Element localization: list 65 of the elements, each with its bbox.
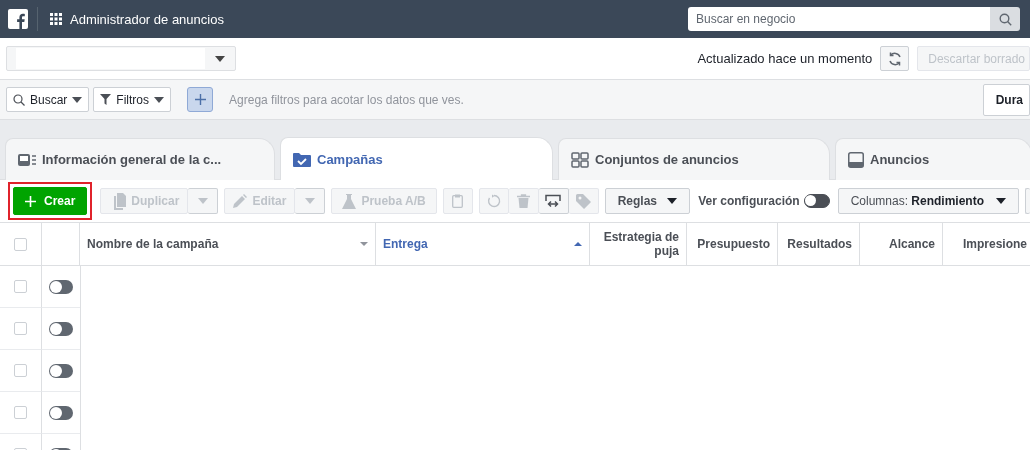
row-checkbox[interactable] xyxy=(14,364,27,377)
caret-icon xyxy=(154,96,165,103)
column-header[interactable]: Entrega xyxy=(383,237,428,251)
toggle-switch[interactable] xyxy=(49,363,73,378)
row-checkbox[interactable] xyxy=(14,322,27,335)
toggle-switch[interactable] xyxy=(49,405,73,420)
caret-icon xyxy=(996,198,1006,204)
caret-icon xyxy=(197,198,208,204)
swap-arrows-icon xyxy=(545,193,562,209)
duplicate-menu-button[interactable] xyxy=(188,188,219,214)
update-status: Actualizado hace un momento xyxy=(697,51,873,66)
select-all-checkbox[interactable] xyxy=(14,237,27,251)
caret-icon xyxy=(304,198,315,204)
search-icon xyxy=(13,93,25,106)
column-header[interactable]: Nombre de la campaña xyxy=(87,237,219,251)
caret-icon xyxy=(72,96,83,103)
pencil-icon xyxy=(233,194,248,208)
filters-dropdown-button[interactable]: Filtros xyxy=(93,87,172,112)
column-header[interactable]: Presupuesto xyxy=(697,237,770,251)
column-header[interactable]: Estrategia de puja xyxy=(597,230,679,258)
app-title: Administrador de anuncios xyxy=(70,11,224,27)
toggle-switch[interactable] xyxy=(49,321,73,336)
logo-icon[interactable] xyxy=(8,9,28,29)
trash-icon xyxy=(516,194,530,208)
date-range-button[interactable]: Dura xyxy=(982,83,1030,116)
refresh-icon xyxy=(886,50,903,67)
plus-icon xyxy=(194,94,206,105)
clipboard-icon xyxy=(452,194,464,208)
toggle-switch[interactable] xyxy=(803,194,830,208)
search-field[interactable]: Buscar en negocio xyxy=(688,7,990,31)
caret-icon xyxy=(667,198,677,204)
flask-icon xyxy=(342,193,357,209)
view-settings-label: Ver configuración xyxy=(698,194,800,208)
tab[interactable]: Información general de la c... xyxy=(5,138,275,180)
column-header[interactable]: Impresione xyxy=(963,237,1028,251)
edit-menu-button[interactable] xyxy=(295,188,326,214)
search-button[interactable] xyxy=(990,7,1020,31)
tag-icon xyxy=(575,193,591,209)
ad-preview-icon xyxy=(848,151,864,168)
dashboard-icon xyxy=(18,152,36,167)
add-filter-button[interactable] xyxy=(187,87,214,112)
tab[interactable]: Conjuntos de anuncios xyxy=(558,138,830,180)
refresh-button[interactable] xyxy=(880,46,910,71)
row-checkbox[interactable] xyxy=(14,280,27,293)
filter-icon xyxy=(100,94,112,105)
caret-icon xyxy=(215,55,225,62)
search-dropdown-button[interactable]: Buscar xyxy=(6,87,90,112)
caret-icon[interactable] xyxy=(360,242,368,246)
rules-button[interactable]: Reglas xyxy=(604,188,690,214)
search-icon xyxy=(998,12,1012,26)
plus-icon xyxy=(25,195,36,207)
grid-menu-icon[interactable] xyxy=(50,13,62,25)
columns-dropdown[interactable]: Columnas: Rendimiento xyxy=(837,188,1019,214)
row-checkbox[interactable] xyxy=(14,406,27,419)
sort-ascending-icon[interactable] xyxy=(574,242,582,246)
filter-hint: Agrega filtros para acotar los datos que ves. xyxy=(229,92,464,107)
toolbar-icon-button[interactable] xyxy=(538,188,569,214)
tab[interactable]: Campañas xyxy=(280,137,553,180)
toggle-switch[interactable] xyxy=(49,279,73,294)
refresh-icon xyxy=(486,194,501,208)
column-header[interactable]: Resultados xyxy=(787,237,852,251)
folder-check-icon xyxy=(293,151,311,167)
grid-icon xyxy=(571,151,589,168)
tab[interactable]: Anuncios xyxy=(835,138,1030,180)
column-header[interactable]: Alcance xyxy=(888,237,935,251)
